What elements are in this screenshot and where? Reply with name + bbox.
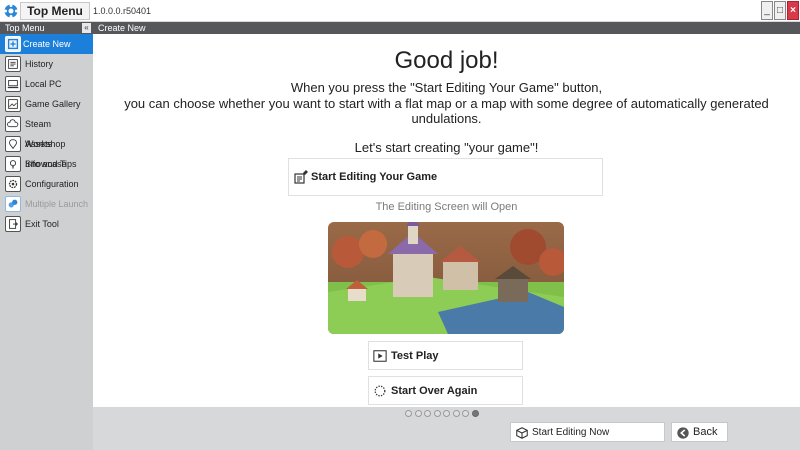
- app-logo-icon: [4, 4, 18, 18]
- lightbulb-icon: [5, 156, 21, 172]
- sidebar-item-create-new[interactable]: Create New: [0, 34, 93, 54]
- test-play-label: Test Play: [391, 350, 439, 362]
- start-editing-now-label: Start Editing Now: [532, 427, 610, 438]
- sidebar-item-configuration[interactable]: Configuration: [2, 174, 93, 194]
- sidebar-item-local-pc[interactable]: Local PC: [2, 74, 93, 94]
- play-icon: [373, 350, 387, 362]
- sidebar-item-exit-tool[interactable]: Exit Tool: [2, 214, 93, 234]
- start-editing-your-game-label: Start Editing Your Game: [311, 171, 438, 183]
- sidebar-item-multiple-launch[interactable]: Multiple Launch: [2, 194, 93, 214]
- sidebar-item-info-and-tips[interactable]: Info and Tips: [2, 154, 93, 174]
- back-label: Back: [693, 426, 718, 438]
- cloud-icon: [5, 116, 21, 132]
- page-dot[interactable]: [443, 410, 450, 417]
- history-icon: [5, 56, 21, 72]
- test-play-button[interactable]: Test Play: [368, 341, 523, 370]
- start-over-again-label: Start Over Again: [391, 385, 478, 397]
- laptop-icon: [5, 76, 21, 92]
- description-line-4: Let's start creating "your game"!: [354, 140, 539, 155]
- start-editing-your-game-button[interactable]: Start Editing Your Game: [288, 158, 603, 196]
- maximize-button[interactable]: □: [774, 1, 786, 20]
- minimize-button[interactable]: _: [761, 1, 773, 20]
- sidebar-item-label: Local PC: [25, 79, 62, 89]
- editing-screen-note: The Editing Screen will Open: [375, 201, 518, 213]
- cube-icon: [516, 427, 528, 439]
- multi-launch-icon: [5, 196, 21, 212]
- gear-icon: [5, 176, 21, 192]
- content-header: Create New: [93, 22, 800, 34]
- main-content: Good job! When you press the "Start Edit…: [93, 34, 800, 407]
- start-editing-now-button[interactable]: Start Editing Now: [510, 422, 665, 442]
- sidebar-item-assets-showcase[interactable]: Assets Showcase: [2, 134, 93, 169]
- back-button[interactable]: Back: [671, 422, 728, 442]
- collapse-sidebar-button[interactable]: «: [82, 23, 91, 33]
- showcase-icon: [5, 136, 21, 152]
- sidebar-item-label: History: [25, 59, 54, 69]
- page-title: Good job!: [394, 47, 499, 74]
- version-label: 1.0.0.0.r50401: [93, 6, 152, 16]
- back-arrow-icon: [677, 427, 689, 439]
- edit-map-icon: [294, 170, 308, 184]
- description-line-1: When you press the "Start Editing Your G…: [290, 80, 603, 95]
- gallery-icon: [5, 96, 21, 112]
- description-line-2: you can choose whether you want to start…: [124, 96, 769, 111]
- create-new-icon: [5, 36, 21, 52]
- sidebar-item-label: Exit Tool: [25, 219, 59, 229]
- start-over-again-button[interactable]: Start Over Again: [368, 376, 523, 405]
- sidebar-header: Top Menu «: [0, 22, 93, 34]
- sidebar-item-history[interactable]: History: [2, 54, 93, 74]
- page-dot[interactable]: [414, 410, 422, 417]
- page-dot[interactable]: [424, 410, 431, 417]
- sidebar: Top Menu « Create New History Local PC G…: [0, 22, 93, 450]
- close-button[interactable]: ×: [787, 1, 799, 20]
- sidebar-title: Top Menu: [5, 23, 45, 33]
- window-title: Top Menu: [20, 2, 90, 20]
- description-line-3: undulations.: [411, 111, 482, 126]
- sidebar-item-game-gallery[interactable]: Game Gallery: [2, 94, 93, 114]
- sidebar-item-steam-workshop[interactable]: Steam Workshop: [2, 114, 93, 149]
- page-dot[interactable]: [405, 410, 412, 417]
- sidebar-item-label: Multiple Launch: [25, 199, 89, 209]
- exit-icon: [5, 216, 21, 232]
- restart-icon: [374, 385, 386, 397]
- sidebar-item-label: Create New: [23, 39, 71, 49]
- page-dot[interactable]: [471, 410, 479, 417]
- sidebar-item-label: Configuration: [25, 179, 79, 189]
- page-dot[interactable]: [462, 410, 469, 417]
- title-bar: Top Menu 1.0.0.0.r50401 _ □ ×: [0, 0, 800, 22]
- game-preview-image: [328, 222, 564, 334]
- footer-bar: Start Editing Now Back: [93, 407, 800, 450]
- page-dot[interactable]: [433, 410, 441, 417]
- sidebar-item-label: Info and Tips: [25, 159, 77, 169]
- page-dot[interactable]: [452, 410, 460, 417]
- sidebar-item-label: Game Gallery: [25, 99, 81, 109]
